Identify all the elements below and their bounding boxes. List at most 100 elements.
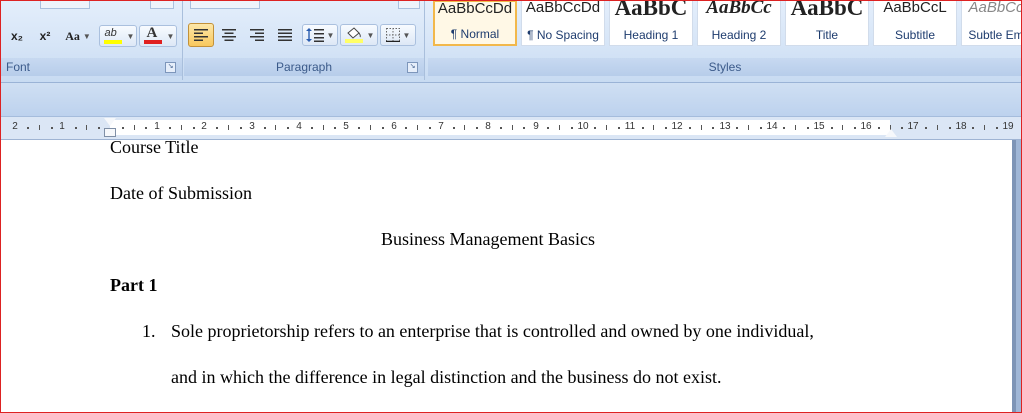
ruler-tick — [606, 125, 608, 130]
justify-button[interactable] — [272, 24, 298, 46]
change-case-button[interactable]: Aa ▼ — [60, 25, 96, 47]
font-shrink-button[interactable] — [150, 0, 174, 9]
styles-group: AaBbCcDd ¶ Normal AaBbCcDd ¶ No Spacing … — [428, 0, 1022, 80]
superscript-button[interactable]: x² — [32, 25, 58, 47]
ruler-tick — [381, 127, 384, 129]
align-left-button[interactable] — [188, 23, 214, 47]
ruler-label: 18 — [955, 121, 967, 132]
ruler-tick — [688, 127, 691, 129]
list-item-line-2: and in which the difference in legal dis… — [171, 367, 722, 387]
style-name: ¶ Normal — [450, 27, 500, 41]
ruler-tick — [322, 125, 324, 130]
ruler-label: 11 — [624, 121, 636, 132]
ruler-tick — [310, 127, 313, 129]
ruler-label: 14 — [766, 121, 778, 132]
document-title: Business Management Basics — [381, 229, 595, 249]
style-title[interactable]: AaBbC Title — [785, 0, 869, 46]
superscript-icon: x² — [39, 29, 51, 43]
ruler-tick — [747, 125, 749, 130]
first-line-indent-marker[interactable] — [104, 118, 116, 126]
ruler-tick — [936, 125, 938, 130]
change-case-icon: Aa — [65, 28, 80, 43]
paragraph-group: ▼ ▼ ▼ Paragraph ↘ — [184, 0, 425, 80]
line-spacing-button[interactable]: ▼ — [302, 24, 338, 46]
style-subtitle[interactable]: AaBbCcL Subtitle — [873, 0, 957, 46]
ruler-tick — [476, 127, 479, 129]
ruler-tick — [27, 127, 30, 129]
ruler-label: 7 — [438, 121, 444, 132]
style-sample: AaBbCcDd — [525, 0, 601, 16]
font-color-icon: A — [142, 25, 164, 45]
ruler-tick — [428, 127, 431, 129]
font-dialog-launcher-icon[interactable]: ↘ — [165, 62, 176, 73]
borders-button[interactable]: ▼ — [380, 24, 416, 46]
ruler-tick — [925, 127, 928, 129]
ribbon: x₂ x² Aa ▼ ab ▼ A ▼ Font ↘ ▼ ▼ ▼ Paragra… — [0, 0, 1022, 83]
ruler-tick — [830, 127, 833, 129]
paragraph-dialog-launcher-icon[interactable]: ↘ — [407, 62, 418, 73]
style-name: Subtle Em — [968, 28, 1022, 42]
paragraph-group-label: Paragraph — [184, 58, 424, 76]
ruler-tick — [405, 127, 408, 129]
ruler-tick — [570, 127, 573, 129]
ruler-label: 16 — [860, 121, 872, 132]
ruler-label: 13 — [719, 121, 731, 132]
ruler-tick — [877, 127, 880, 129]
style-sample: AaBbCcL — [883, 0, 947, 16]
align-left-icon — [194, 29, 208, 41]
chevron-down-icon: ▼ — [326, 30, 335, 40]
align-right-icon — [250, 29, 264, 41]
document-page[interactable]: Course Title Date of Submission Business… — [0, 137, 1012, 413]
ruler-label: 9 — [533, 121, 539, 132]
shading-button[interactable]: ▼ — [340, 24, 378, 46]
style-heading-2[interactable]: AaBbCc Heading 2 — [697, 0, 781, 46]
ruler-tick — [263, 127, 266, 129]
toolbar-strip — [0, 83, 1022, 117]
ruler-tick — [854, 127, 857, 129]
chevron-down-icon: ▼ — [366, 30, 375, 40]
bullets-button[interactable] — [190, 0, 260, 9]
ruler-tick — [653, 125, 655, 130]
ruler-tick — [334, 127, 337, 129]
ruler-tick — [216, 127, 219, 129]
style-sample: AaBbCc — [706, 0, 772, 18]
subscript-icon: x₂ — [10, 29, 23, 43]
subscript-button[interactable]: x₂ — [4, 25, 30, 47]
font-color-button[interactable]: A ▼ — [139, 25, 177, 47]
style-name: Heading 2 — [711, 28, 767, 42]
ruler-tick — [121, 127, 124, 129]
align-right-button[interactable] — [244, 24, 270, 46]
list-number: 1. — [142, 321, 156, 341]
style-no-spacing[interactable]: AaBbCcDd ¶ No Spacing — [521, 0, 605, 46]
ruler-tick — [972, 127, 975, 129]
chevron-down-icon: ▼ — [166, 31, 175, 41]
page-edge — [1012, 140, 1016, 413]
ruler-tick — [523, 127, 526, 129]
chevron-down-icon: ▼ — [402, 30, 411, 40]
ruler-tick — [86, 125, 88, 130]
highlight-icon: ab — [102, 27, 124, 45]
ruler-tick — [74, 127, 77, 129]
ruler-label: 12 — [671, 121, 683, 132]
ruler-label: 1 — [59, 121, 65, 132]
ruler-tick — [842, 125, 844, 130]
ruler-tick — [464, 125, 466, 130]
ruler-tick — [417, 125, 419, 130]
style-heading-1[interactable]: AaBbC Heading 1 — [609, 0, 693, 46]
right-indent-marker[interactable] — [885, 129, 897, 137]
ruler-label: 10 — [577, 121, 589, 132]
align-center-button[interactable] — [216, 24, 242, 46]
ruler-label: 4 — [296, 121, 302, 132]
ruler-label: 15 — [813, 121, 825, 132]
ruler-tick — [712, 127, 715, 129]
left-indent-marker[interactable] — [104, 128, 116, 137]
style-name: Title — [815, 28, 839, 42]
style-subtle-emphasis[interactable]: AaBbCc Subtle Em — [961, 0, 1022, 46]
ruler-tick — [641, 127, 644, 129]
ruler-tick — [700, 125, 702, 130]
highlight-button[interactable]: ab ▼ — [99, 25, 137, 47]
sort-button[interactable] — [398, 0, 420, 9]
ruler-label: 5 — [343, 121, 349, 132]
style-normal[interactable]: AaBbCcDd ¶ Normal — [433, 0, 517, 46]
font-size-box[interactable] — [40, 0, 90, 9]
